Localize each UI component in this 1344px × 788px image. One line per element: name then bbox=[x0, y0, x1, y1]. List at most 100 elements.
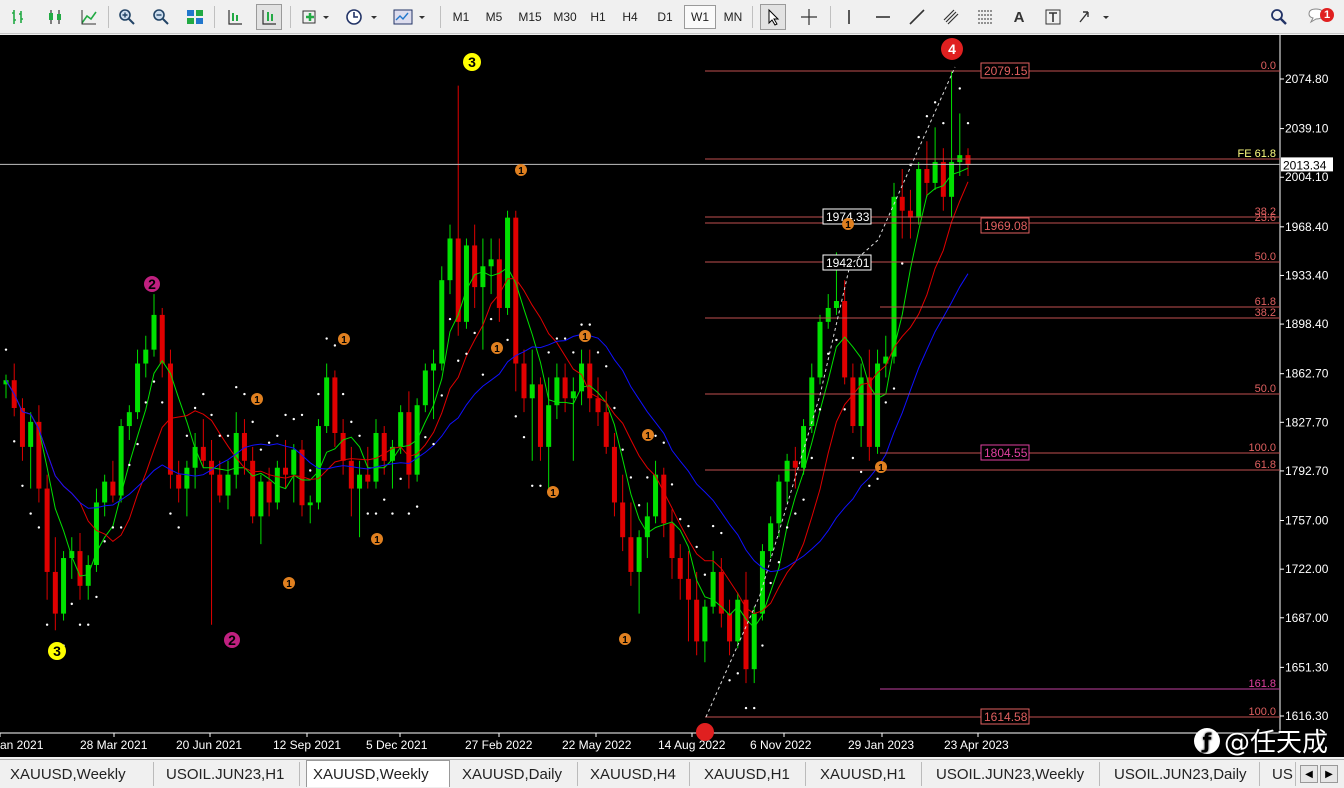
candle-bear bbox=[348, 460, 354, 489]
tf-d1[interactable]: D1 bbox=[650, 5, 680, 29]
sar-dot bbox=[859, 470, 863, 474]
auto-scroll-icon[interactable] bbox=[222, 4, 248, 30]
candle-bull bbox=[554, 377, 560, 406]
periods-clock-icon[interactable] bbox=[342, 4, 382, 30]
sar-dot bbox=[366, 512, 369, 515]
candle-bear bbox=[940, 162, 946, 197]
candle-bull bbox=[439, 280, 445, 364]
sar-dot bbox=[736, 672, 739, 675]
chart-area[interactable]: 2074.80 2039.10 2004.10 1968.40 1933.40 1898.… bbox=[0, 35, 1344, 757]
tf-w1[interactable]: W1 bbox=[684, 5, 716, 29]
fib-level-label: 23.6 bbox=[1255, 212, 1276, 224]
candle-bear bbox=[924, 169, 930, 183]
tab-xauusd-weekly-1[interactable]: XAUUSD,Weekly bbox=[4, 762, 154, 786]
candlestick-icon[interactable] bbox=[42, 4, 68, 30]
candle-bull bbox=[751, 613, 757, 670]
candle-bull bbox=[505, 217, 511, 308]
sar-dot bbox=[711, 524, 715, 528]
candle-bull bbox=[135, 363, 141, 413]
chart-shift-icon[interactable] bbox=[256, 4, 282, 30]
candle-bull bbox=[307, 502, 313, 506]
candle-bear bbox=[727, 613, 733, 642]
tab-overflow[interactable]: US bbox=[1266, 762, 1296, 786]
arrows-icon[interactable] bbox=[1074, 4, 1114, 30]
line-chart-icon[interactable] bbox=[76, 4, 102, 30]
notifications-icon[interactable]: 1 bbox=[1304, 4, 1338, 30]
fibonacci-icon[interactable] bbox=[972, 4, 998, 30]
tab-xauusd-weekly-active[interactable]: XAUUSD,Weekly bbox=[306, 760, 450, 787]
horizontal-line-icon[interactable] bbox=[870, 4, 896, 30]
tf-m5[interactable]: M5 bbox=[479, 5, 509, 29]
cursor-icon[interactable] bbox=[760, 4, 786, 30]
trendline-icon[interactable] bbox=[904, 4, 930, 30]
bar-chart-icon[interactable] bbox=[6, 4, 32, 30]
sar-dot bbox=[341, 392, 345, 396]
fib-level-label: 61.8 bbox=[1255, 459, 1276, 471]
wave-labels bbox=[48, 38, 963, 660]
indicators-icon[interactable] bbox=[298, 4, 334, 30]
price-axis-label: 1862.70 bbox=[1285, 367, 1329, 381]
candle-bull bbox=[644, 516, 650, 538]
fib-level-label: FE 61.8 bbox=[1237, 148, 1276, 160]
sar-dot bbox=[481, 373, 485, 376]
sar-dot bbox=[621, 448, 624, 451]
wave-label: 1 bbox=[254, 395, 260, 406]
candle-bear bbox=[110, 481, 116, 496]
crosshair-icon[interactable] bbox=[796, 4, 822, 30]
wave-label: 1 bbox=[286, 579, 292, 590]
watermark: ƒ @任天成 bbox=[1193, 722, 1328, 759]
tab-xauusd-h4[interactable]: XAUUSD,H4 bbox=[584, 762, 690, 786]
sar-dot bbox=[4, 348, 8, 351]
channel-icon[interactable] bbox=[938, 4, 964, 30]
tab-usoil-h1[interactable]: USOIL.JUN23,H1 bbox=[160, 762, 300, 786]
candle-bear bbox=[365, 474, 371, 482]
templates-icon[interactable] bbox=[390, 4, 430, 30]
sar-dot bbox=[87, 623, 90, 626]
sar-dot bbox=[144, 401, 147, 404]
tile-windows-icon[interactable] bbox=[182, 4, 208, 30]
wave-label: 1 bbox=[341, 335, 347, 346]
tab-xauusd-h1-2[interactable]: XAUUSD,H1 bbox=[814, 762, 922, 786]
sar-dot bbox=[243, 392, 246, 396]
sar-dot bbox=[744, 706, 748, 710]
sar-dot bbox=[942, 121, 945, 125]
text-label-icon[interactable] bbox=[1040, 4, 1066, 30]
tf-m30[interactable]: M30 bbox=[548, 5, 582, 29]
candle-bull bbox=[324, 377, 330, 427]
candle-bull bbox=[891, 196, 897, 357]
sar-dot bbox=[588, 323, 591, 326]
wave-label: 1 bbox=[645, 431, 651, 442]
tf-m15[interactable]: M15 bbox=[513, 5, 547, 29]
sar-dot bbox=[761, 644, 764, 647]
tab-usoil-weekly[interactable]: USOIL.JUN23,Weekly bbox=[930, 762, 1100, 786]
tf-h1[interactable]: H1 bbox=[584, 5, 612, 29]
candle-bull bbox=[784, 460, 790, 482]
tab-xauusd-daily[interactable]: XAUUSD,Daily bbox=[456, 762, 578, 786]
candle-bear bbox=[200, 446, 206, 461]
vertical-line-icon[interactable] bbox=[836, 4, 862, 30]
sar-dot bbox=[851, 456, 855, 460]
zoom-in-icon[interactable] bbox=[114, 4, 140, 30]
sar-dot bbox=[37, 526, 41, 529]
sar-dot bbox=[917, 135, 920, 139]
candle-bull bbox=[28, 421, 34, 447]
sar-dot bbox=[169, 512, 172, 515]
sar-dot bbox=[300, 413, 304, 417]
tab-scroll-left-icon[interactable]: ◀ bbox=[1300, 765, 1318, 783]
tf-m1[interactable]: M1 bbox=[447, 5, 475, 29]
price-chart[interactable]: 2074.802039.102004.101968.401933.401898.… bbox=[0, 35, 1344, 757]
fib-level-label: 161.8 bbox=[1248, 678, 1276, 690]
fib-level-label: 50.0 bbox=[1255, 383, 1276, 395]
sar-dot bbox=[572, 351, 575, 354]
wave-label: 1 bbox=[582, 332, 588, 343]
search-icon[interactable] bbox=[1266, 4, 1292, 30]
tab-xauusd-h1-1[interactable]: XAUUSD,H1 bbox=[698, 762, 806, 786]
zoom-out-icon[interactable] bbox=[148, 4, 174, 30]
date-axis-label: 5 Dec 2021 bbox=[366, 738, 428, 752]
sar-dot bbox=[284, 413, 287, 417]
tf-mn[interactable]: MN bbox=[718, 5, 748, 29]
tab-usoil-daily[interactable]: USOIL.JUN23,Daily bbox=[1108, 762, 1260, 786]
tab-scroll-right-icon[interactable]: ▶ bbox=[1320, 765, 1338, 783]
text-tool[interactable]: A bbox=[1006, 4, 1032, 30]
tf-h4[interactable]: H4 bbox=[616, 5, 644, 29]
